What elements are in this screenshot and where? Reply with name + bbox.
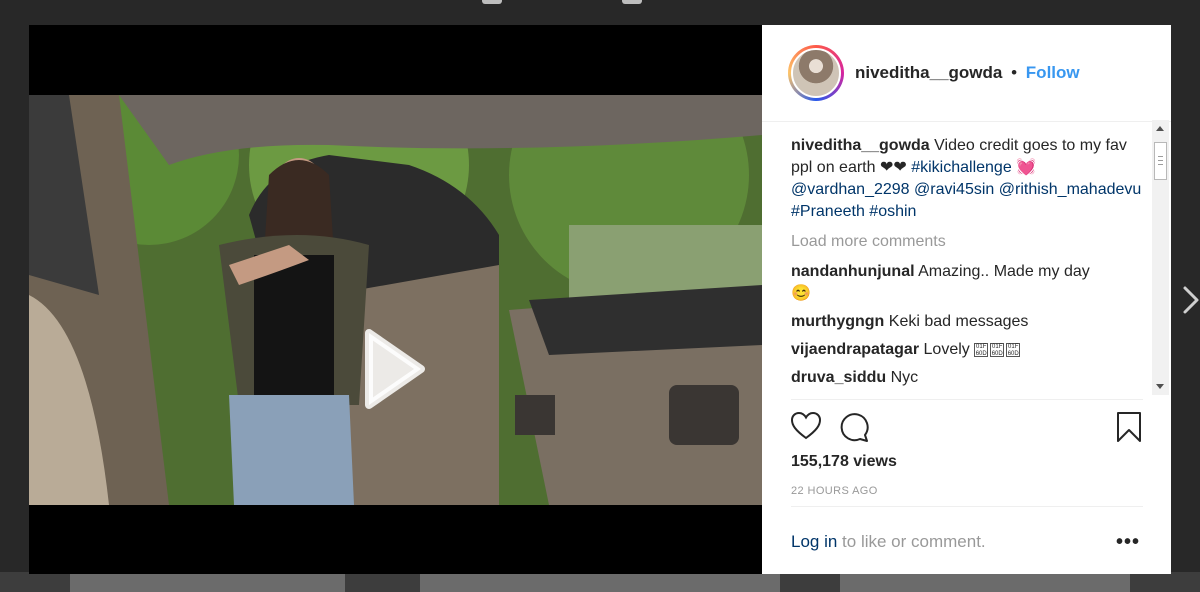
follow-button[interactable]: Follow <box>1026 63 1080 82</box>
chevron-right-icon[interactable] <box>1182 285 1200 315</box>
comment-item: druva_siddu Nyc <box>791 367 1143 389</box>
load-more-comments-button[interactable]: Load more comments <box>791 231 1143 253</box>
comment-username[interactable]: druva_siddu <box>791 369 886 386</box>
separator-dot: • <box>1011 63 1018 82</box>
post-header: niveditha__gowda • Follow <box>762 25 1171 122</box>
scroll-up-arrow-icon[interactable] <box>1156 126 1164 131</box>
avatar-image <box>791 48 841 98</box>
heart-icon[interactable] <box>790 411 822 441</box>
comments-list[interactable]: niveditha__gowda Video credit goes to my… <box>791 135 1143 397</box>
divider <box>791 506 1143 507</box>
heart-emoji: 💓 <box>1016 159 1037 176</box>
missing-glyph-box: 01F 60D <box>974 342 989 357</box>
login-link[interactable]: Log in <box>791 532 837 551</box>
post-media[interactable] <box>29 25 762 574</box>
hashtag-link[interactable]: #oshin <box>869 203 916 220</box>
more-options-icon[interactable]: ••• <box>1116 531 1140 554</box>
mention-link[interactable]: @rithish_mahadevu <box>999 181 1142 198</box>
comments-scrollbar[interactable] <box>1152 120 1169 395</box>
missing-glyph-box: 01F 60D <box>1006 342 1021 357</box>
comment-username[interactable]: murthygngn <box>791 313 884 330</box>
background-thumbnail <box>70 572 345 592</box>
login-prompt: Log in to like or comment. <box>791 532 986 552</box>
comment-text: Lovely <box>923 341 970 358</box>
video-thumbnail <box>29 95 762 505</box>
caption-username[interactable]: niveditha__gowda <box>791 137 930 154</box>
comment-text: Amazing.. Made my day <box>918 263 1090 280</box>
comment-text: Keki bad messages <box>888 313 1029 330</box>
post-timestamp[interactable]: 22 HOURS AGO <box>791 485 878 497</box>
scroll-down-arrow-icon[interactable] <box>1156 384 1164 389</box>
background-thumbnail <box>420 572 780 592</box>
caption: niveditha__gowda Video credit goes to my… <box>791 135 1143 223</box>
background-nub <box>482 0 502 4</box>
video-frame[interactable] <box>29 95 762 505</box>
comment-icon[interactable] <box>838 411 870 443</box>
bookmark-icon[interactable] <box>1116 411 1142 443</box>
author-username[interactable]: niveditha__gowda <box>855 63 1002 82</box>
comment-username[interactable]: vijaendrapatagar <box>791 341 919 358</box>
background-nub <box>622 0 642 4</box>
scrollbar-thumb[interactable] <box>1154 142 1167 180</box>
mention-link[interactable]: @ravi45sin <box>914 181 994 198</box>
hashtag-link[interactable]: #kikichallenge <box>911 159 1012 176</box>
hashtag-link[interactable]: #Praneeth <box>791 203 865 220</box>
comment-text: Nyc <box>890 369 919 386</box>
header-text: niveditha__gowda • Follow <box>855 63 1080 83</box>
play-icon[interactable] <box>363 327 427 411</box>
view-count[interactable]: 155,178 views <box>791 453 897 471</box>
comment-item: nandanhunjunal Amazing.. Made my day 😊 <box>791 261 1143 305</box>
comment-username[interactable]: nandanhunjunal <box>791 263 915 280</box>
comment-item: vijaendrapatagar Lovely 01F 60D01F 60D01… <box>791 339 1143 361</box>
missing-glyph-box: 01F 60D <box>990 342 1005 357</box>
login-text: to like or comment. <box>837 532 986 551</box>
smile-emoji: 😊 <box>791 285 811 302</box>
avatar[interactable] <box>788 45 844 101</box>
divider <box>791 399 1143 400</box>
post-details-panel: niveditha__gowda • Follow niveditha__gow… <box>762 25 1171 574</box>
background-thumbnail <box>840 572 1130 592</box>
comment-item: murthygngn Keki bad messages <box>791 311 1143 333</box>
mention-link[interactable]: @vardhan_2298 <box>791 181 910 198</box>
